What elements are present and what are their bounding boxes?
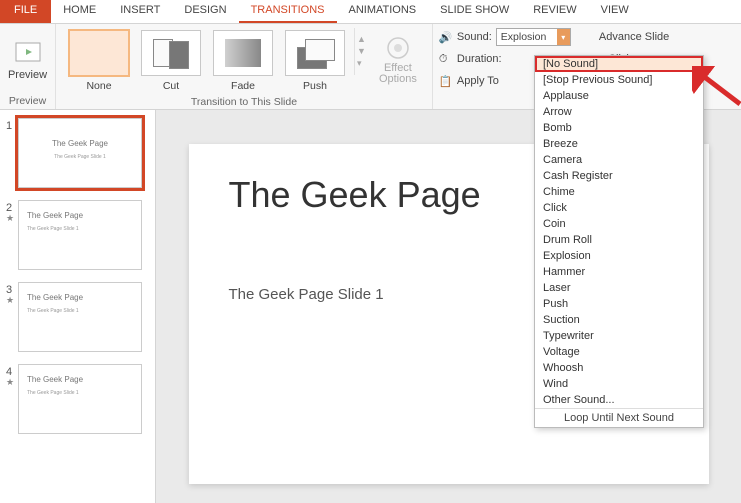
sound-option[interactable]: Other Sound... (535, 392, 703, 408)
cut-icon (153, 39, 189, 67)
slide-thumb-4[interactable]: 4★ The Geek Page The Geek Page Slide 1 (6, 364, 155, 434)
sound-option[interactable]: Bomb (535, 120, 703, 136)
tab-file[interactable]: FILE (0, 0, 51, 23)
sound-dropdown[interactable]: Explosion ▾ (496, 28, 571, 46)
sound-option[interactable]: Chime (535, 184, 703, 200)
tab-transitions[interactable]: TRANSITIONS (239, 0, 337, 23)
slide-thumbnails-panel: 1 The Geek Page The Geek Page Slide 1 2★… (0, 110, 156, 503)
transition-push-label: Push (303, 80, 327, 92)
animation-star-icon: ★ (6, 378, 18, 387)
dropdown-arrow-icon: ▾ (557, 29, 570, 45)
transition-fade-label: Fade (231, 80, 255, 92)
slide-number: 2★ (6, 200, 18, 270)
transition-group-label: Transition to This Slide (62, 94, 426, 110)
sound-option[interactable]: Laser (535, 280, 703, 296)
slide-thumb-2[interactable]: 2★ The Geek Page The Geek Page Slide 1 (6, 200, 155, 270)
annotation-arrow (692, 66, 741, 106)
transition-cut-label: Cut (163, 80, 179, 92)
sound-option[interactable]: Applause (535, 88, 703, 104)
tab-home[interactable]: HOME (51, 0, 108, 23)
slide-thumb-3[interactable]: 3★ The Geek Page The Geek Page Slide 1 (6, 282, 155, 352)
thumb-title: The Geek Page (27, 211, 133, 220)
thumb-subtitle: The Geek Page Slide 1 (27, 390, 133, 396)
transition-fade[interactable]: Fade (208, 30, 278, 92)
tab-review[interactable]: REVIEW (521, 0, 588, 23)
transition-push[interactable]: Push (280, 30, 350, 92)
sound-option[interactable]: Suction (535, 312, 703, 328)
effect-options-icon (385, 35, 411, 61)
sound-option[interactable]: Coin (535, 216, 703, 232)
sound-option[interactable]: [Stop Previous Sound] (535, 72, 703, 88)
animation-star-icon: ★ (6, 214, 18, 223)
preview-label: Preview (8, 69, 47, 81)
transition-gallery[interactable]: None Cut Fade Push (62, 28, 352, 94)
transition-none[interactable]: None (64, 30, 134, 92)
clock-icon: ⏱ (439, 53, 453, 66)
slide-number: 3★ (6, 282, 18, 352)
apply-all-button[interactable]: Apply To (457, 75, 499, 87)
thumb-subtitle: The Geek Page Slide 1 (27, 154, 133, 160)
sound-option[interactable]: Drum Roll (535, 232, 703, 248)
sound-option[interactable]: Explosion (535, 248, 703, 264)
tab-animations[interactable]: ANIMATIONS (337, 0, 429, 23)
tab-view[interactable]: VIEW (589, 0, 641, 23)
push-icon (297, 39, 333, 67)
effect-options-button[interactable]: Effect Options (370, 28, 426, 92)
thumb-subtitle: The Geek Page Slide 1 (27, 226, 133, 232)
advance-slide-label: Advance Slide (599, 28, 669, 46)
thumb-title: The Geek Page (27, 375, 133, 384)
effect-options-label: Effect Options (379, 63, 417, 85)
thumb-subtitle: The Geek Page Slide 1 (27, 308, 133, 314)
slide-number: 1 (6, 118, 18, 188)
loop-until-next-sound[interactable]: Loop Until Next Sound (535, 408, 703, 427)
tab-slideshow[interactable]: SLIDE SHOW (428, 0, 521, 23)
sound-option[interactable]: Cash Register (535, 168, 703, 184)
gallery-scroll[interactable]: ▲▼▾ (354, 28, 368, 75)
preview-button[interactable]: Preview (6, 28, 49, 92)
duration-label: Duration: (457, 53, 502, 65)
sound-option[interactable]: Whoosh (535, 360, 703, 376)
slide-number: 4★ (6, 364, 18, 434)
sound-option[interactable]: Click (535, 200, 703, 216)
thumb-title: The Geek Page (27, 293, 133, 302)
fade-icon (225, 39, 261, 67)
sound-option[interactable]: Hammer (535, 264, 703, 280)
transition-cut[interactable]: Cut (136, 30, 206, 92)
sound-option[interactable]: Camera (535, 152, 703, 168)
sound-option[interactable]: Breeze (535, 136, 703, 152)
apply-all-icon: 📋 (439, 75, 453, 88)
sound-option[interactable]: Typewriter (535, 328, 703, 344)
sound-option[interactable]: Voltage (535, 344, 703, 360)
tab-insert[interactable]: INSERT (108, 0, 172, 23)
animation-star-icon: ★ (6, 296, 18, 305)
sound-option[interactable]: Push (535, 296, 703, 312)
sound-value: Explosion (501, 31, 547, 43)
sound-option[interactable]: [No Sound] (535, 56, 703, 72)
preview-group-label: Preview (6, 93, 49, 109)
tab-design[interactable]: DESIGN (172, 0, 238, 23)
sound-dropdown-menu: [No Sound][Stop Previous Sound]ApplauseA… (534, 55, 704, 428)
transition-none-label: None (86, 80, 111, 92)
sound-label: Sound: (457, 31, 492, 43)
ribbon-tabs: FILE HOME INSERT DESIGN TRANSITIONS ANIM… (0, 0, 741, 24)
speaker-icon: 🔊 (439, 31, 453, 44)
preview-icon (14, 39, 42, 67)
slide-thumb-1[interactable]: 1 The Geek Page The Geek Page Slide 1 (6, 118, 155, 188)
sound-option[interactable]: Arrow (535, 104, 703, 120)
thumb-title: The Geek Page (27, 139, 133, 148)
sound-option[interactable]: Wind (535, 376, 703, 392)
